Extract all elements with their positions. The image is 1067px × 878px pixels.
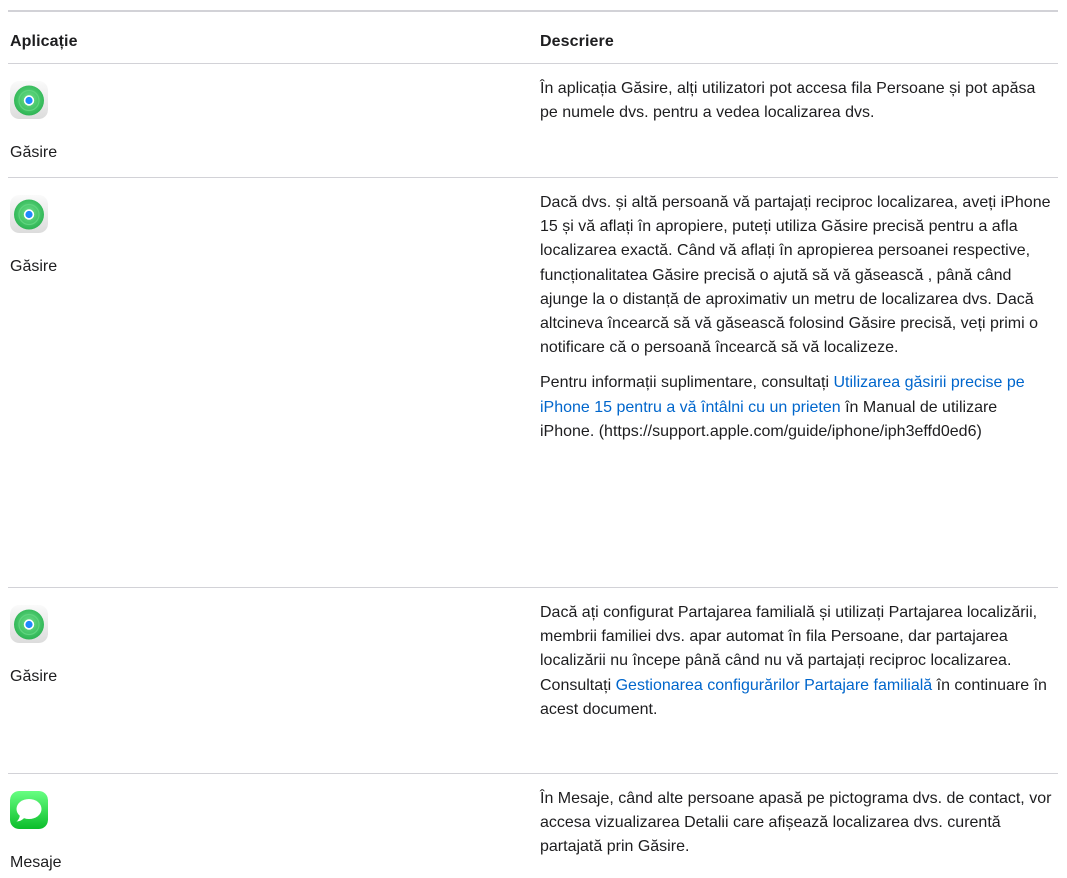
- table-row: Mesaje În Mesaje, când alte persoane apa…: [8, 774, 1058, 874]
- app-cell: Găsire: [10, 81, 310, 165]
- description-cell: Dacă ați configurat Partajarea familială…: [540, 601, 1055, 733]
- table-header: Aplicație Descriere: [8, 12, 1058, 64]
- description-paragraph: Pentru informații suplimentare, consulta…: [540, 371, 1055, 444]
- description-cell: În aplicația Găsire, alți utilizatori po…: [540, 77, 1055, 136]
- app-name: Găsire: [10, 144, 58, 161]
- header-description: Descriere: [540, 33, 614, 50]
- app-cell: Găsire: [10, 605, 310, 689]
- table-row: Găsire Dacă ați configurat Partajarea fa…: [8, 588, 1058, 774]
- description-paragraph: În aplicația Găsire, alți utilizatori po…: [540, 80, 1036, 122]
- paragraph-text: Pentru informații suplimentare, consulta…: [540, 374, 834, 392]
- description-paragraph: Dacă dvs. și altă persoană vă partajați …: [540, 194, 1051, 357]
- family-sharing-link[interactable]: Gestionarea configurărilor Partajare fam…: [616, 677, 933, 694]
- find-my-icon: [10, 81, 48, 119]
- app-cell: Găsire: [10, 195, 310, 279]
- app-description-table: Aplicație Descriere Găsire În aplicația …: [8, 10, 1058, 874]
- find-my-icon: [10, 605, 48, 643]
- description-paragraph: Dacă ați configurat Partajarea familială…: [540, 601, 1055, 722]
- table-row: Găsire În aplicația Găsire, alți utiliza…: [8, 64, 1058, 178]
- description-paragraph: În Mesaje, când alte persoane apasă pe p…: [540, 790, 1052, 856]
- table-row: Găsire Dacă dvs. și altă persoană vă par…: [8, 178, 1058, 588]
- app-name: Găsire: [10, 668, 58, 685]
- header-app: Aplicație: [10, 33, 78, 50]
- messages-icon: [10, 791, 48, 829]
- description-cell: Dacă dvs. și altă persoană vă partajați …: [540, 191, 1055, 455]
- description-cell: În Mesaje, când alte persoane apasă pe p…: [540, 787, 1055, 871]
- find-my-icon: [10, 195, 48, 233]
- app-name: Mesaje: [10, 854, 62, 871]
- app-cell: Mesaje: [10, 791, 310, 875]
- app-name: Găsire: [10, 258, 58, 275]
